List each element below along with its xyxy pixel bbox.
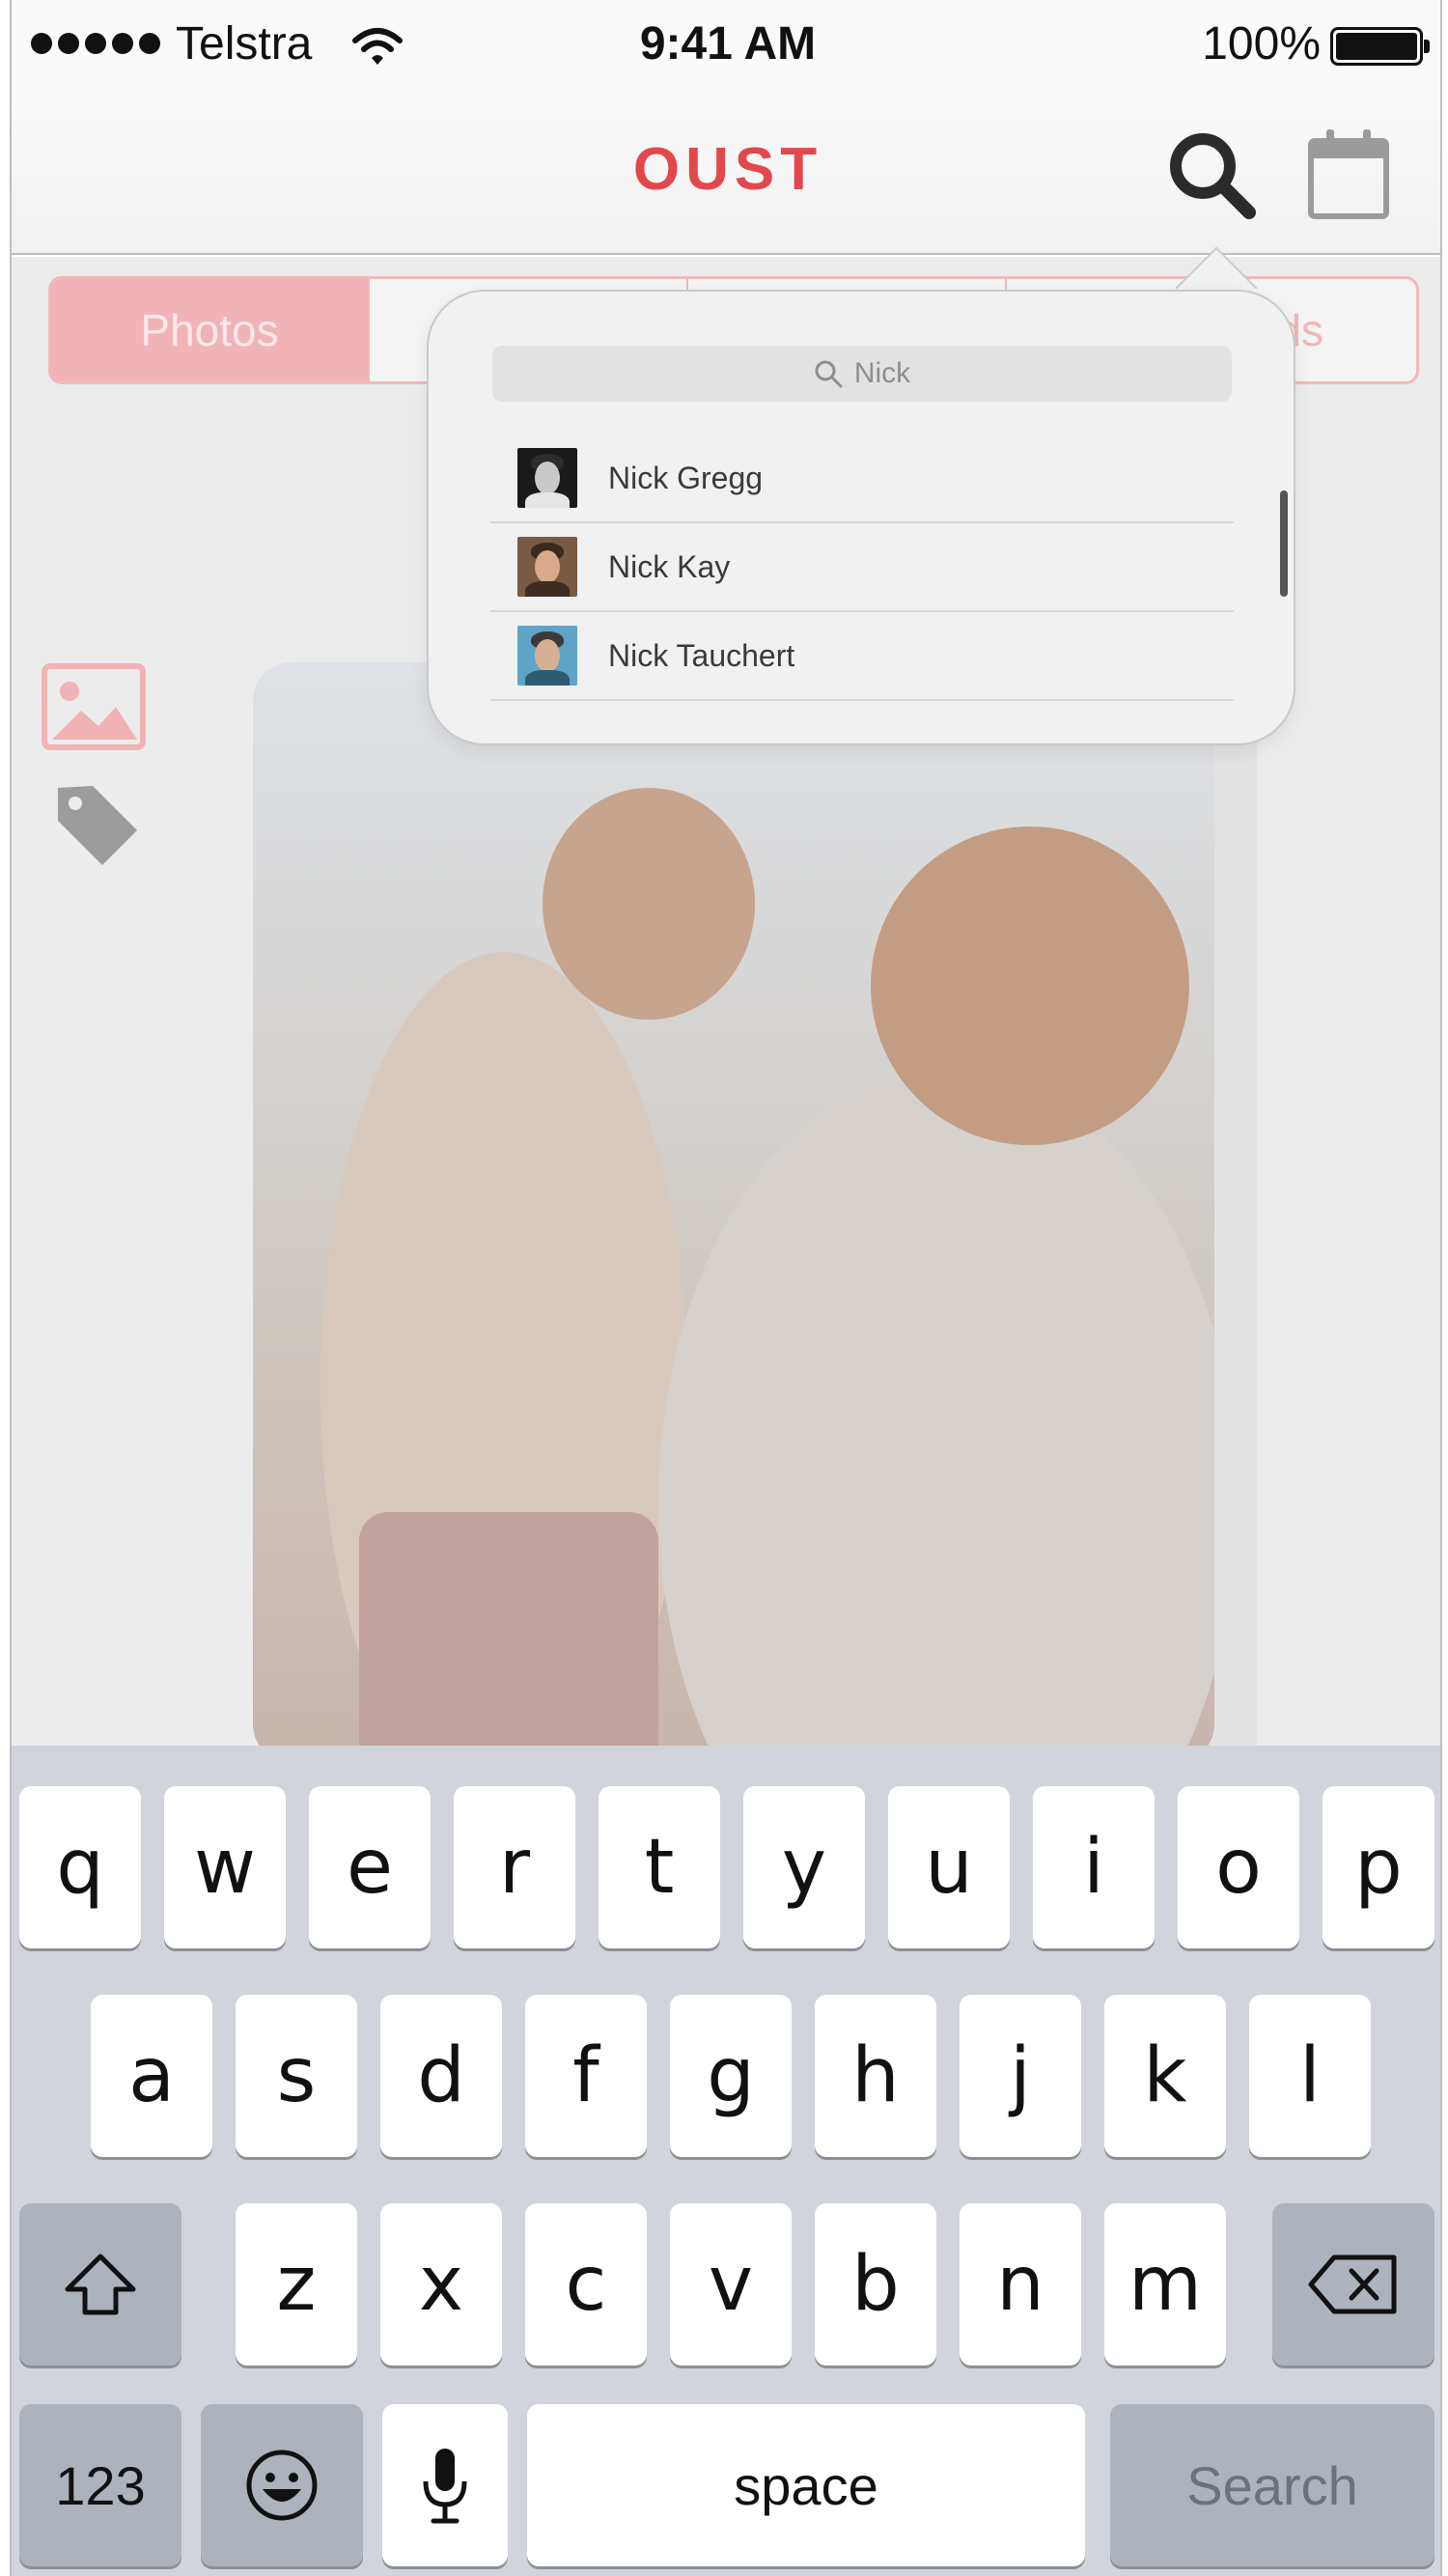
key-v[interactable]: v bbox=[670, 2203, 792, 2366]
battery-percentage: 100% bbox=[1202, 18, 1321, 70]
navigation-bar: OUST bbox=[12, 97, 1440, 255]
key-r[interactable]: r bbox=[454, 1786, 575, 1948]
search-result-nick-gregg[interactable]: Nick Gregg bbox=[490, 434, 1234, 523]
result-name: Nick Tauchert bbox=[608, 637, 795, 673]
key-w[interactable]: w bbox=[164, 1786, 286, 1948]
photo-card[interactable] bbox=[253, 662, 1214, 1746]
search-field-text: Nick bbox=[853, 357, 911, 389]
key-b[interactable]: b bbox=[815, 2203, 936, 2366]
search-key[interactable]: Search bbox=[1110, 2404, 1434, 2566]
avatar bbox=[517, 626, 577, 686]
search-icon bbox=[815, 360, 843, 388]
key-a[interactable]: a bbox=[91, 1995, 212, 2157]
emoji-icon bbox=[246, 2450, 318, 2521]
key-s[interactable]: s bbox=[236, 1995, 357, 2157]
delete-key[interactable] bbox=[1272, 2203, 1434, 2366]
search-icon[interactable] bbox=[1162, 126, 1259, 222]
image-icon[interactable] bbox=[41, 662, 147, 751]
avatar bbox=[517, 448, 577, 508]
key-j[interactable]: j bbox=[960, 1995, 1081, 2157]
battery-icon bbox=[1330, 27, 1430, 66]
photo-shorts bbox=[359, 1512, 658, 1746]
key-t[interactable]: t bbox=[599, 1786, 720, 1948]
search-field[interactable]: Nick bbox=[492, 346, 1232, 402]
emoji-key[interactable] bbox=[201, 2404, 363, 2566]
microphone-key[interactable] bbox=[382, 2404, 508, 2566]
avatar bbox=[517, 537, 577, 597]
status-bar: Telstra 9:41 AM 100% bbox=[12, 0, 1440, 97]
key-z[interactable]: z bbox=[236, 2203, 357, 2366]
keyboard: q w e r t y u i o p a s d f g h j k l z … bbox=[12, 1746, 1440, 2576]
numbers-key[interactable]: 123 bbox=[19, 2404, 181, 2566]
tag-icon[interactable] bbox=[50, 778, 143, 871]
key-e[interactable]: e bbox=[309, 1786, 431, 1948]
search-result-nick-kay[interactable]: Nick Kay bbox=[490, 523, 1234, 612]
space-key[interactable]: space bbox=[527, 2404, 1085, 2566]
photo-head-right bbox=[871, 826, 1189, 1145]
segment-photos[interactable]: Photos bbox=[51, 279, 370, 381]
result-name: Nick Gregg bbox=[608, 460, 764, 495]
phone-screen: Telstra 9:41 AM 100% OUST Photos ds Nick… bbox=[10, 0, 1442, 2576]
key-i[interactable]: i bbox=[1033, 1786, 1155, 1948]
key-o[interactable]: o bbox=[1178, 1786, 1299, 1948]
key-h[interactable]: h bbox=[815, 1995, 936, 2157]
search-result-nick-tauchert[interactable]: Nick Tauchert bbox=[490, 612, 1234, 701]
key-x[interactable]: x bbox=[380, 2203, 502, 2366]
backspace-icon bbox=[1308, 2254, 1397, 2314]
calendar-icon[interactable] bbox=[1305, 126, 1392, 222]
key-m[interactable]: m bbox=[1104, 2203, 1226, 2366]
photo-person-right bbox=[658, 1068, 1214, 1746]
key-f[interactable]: f bbox=[525, 1995, 647, 2157]
scroll-indicator[interactable] bbox=[1280, 490, 1288, 597]
shift-key[interactable] bbox=[19, 2203, 181, 2366]
key-n[interactable]: n bbox=[960, 2203, 1081, 2366]
key-d[interactable]: d bbox=[380, 1995, 502, 2157]
key-k[interactable]: k bbox=[1104, 1995, 1226, 2157]
shift-icon bbox=[65, 2254, 136, 2315]
key-u[interactable]: u bbox=[888, 1786, 1010, 1948]
key-q[interactable]: q bbox=[19, 1786, 141, 1948]
key-l[interactable]: l bbox=[1249, 1995, 1371, 2157]
key-y[interactable]: y bbox=[743, 1786, 865, 1948]
key-c[interactable]: c bbox=[525, 2203, 647, 2366]
key-p[interactable]: p bbox=[1323, 1786, 1434, 1948]
search-popover: Nick Nick Gregg Nick Kay Nick Tauchert bbox=[427, 290, 1295, 745]
result-name: Nick Kay bbox=[608, 548, 731, 584]
search-results-list: Nick Gregg Nick Kay Nick Tauchert bbox=[490, 434, 1234, 701]
key-g[interactable]: g bbox=[670, 1995, 792, 2157]
microphone-icon bbox=[423, 2449, 467, 2524]
photo-head-left bbox=[543, 788, 755, 1020]
